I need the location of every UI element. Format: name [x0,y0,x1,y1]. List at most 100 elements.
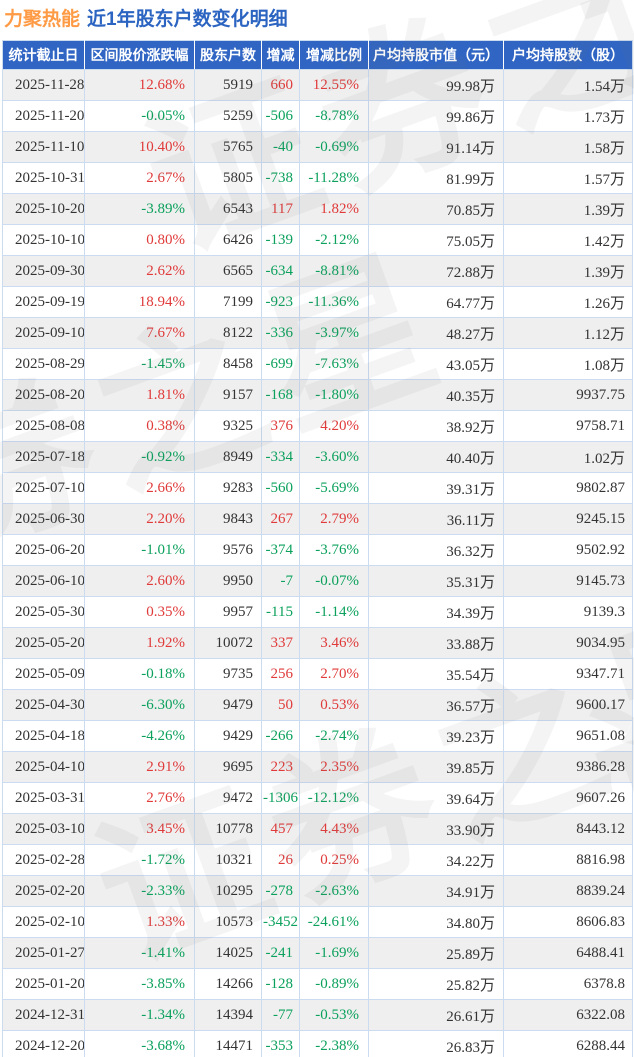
cell-delta: -3452 [262,907,300,938]
cell-avg-shares: 6378.8 [504,969,633,1000]
table-row: 2025-07-18 -0.92% 8949 -334 -3.60% 40.40… [3,442,633,473]
cell-holders: 7199 [195,287,262,318]
cell-price-change: -3.68% [85,1031,195,1057]
cell-avg-shares: 1.54万 [504,70,633,101]
cell-date: 2025-09-10 [3,318,85,349]
cell-avg-shares: 1.57万 [504,163,633,194]
table-row: 2025-01-27 -1.41% 14025 -241 -1.69% 25.8… [3,938,633,969]
cell-delta: -699 [262,349,300,380]
cell-date: 2025-04-10 [3,752,85,783]
cell-delta: 256 [262,659,300,690]
cell-avg-shares: 1.26万 [504,287,633,318]
table-row: 2025-04-10 2.91% 9695 223 2.35% 39.85万 9… [3,752,633,783]
cell-date: 2025-07-18 [3,442,85,473]
cell-delta-pct: -2.63% [300,876,369,907]
cell-holders: 8458 [195,349,262,380]
cell-delta-pct: 2.35% [300,752,369,783]
cell-holders: 9472 [195,783,262,814]
cell-delta: -7 [262,566,300,597]
table-row: 2025-09-10 7.67% 8122 -336 -3.97% 48.27万… [3,318,633,349]
table-row: 2025-10-20 -3.89% 6543 117 1.82% 70.85万 … [3,194,633,225]
column-header-price-change: 区间股价涨跌幅 [85,41,195,70]
cell-date: 2025-10-31 [3,163,85,194]
cell-avg-shares: 9600.17 [504,690,633,721]
table-row: 2025-09-30 2.62% 6565 -634 -8.81% 72.88万… [3,256,633,287]
cell-delta-pct: 0.25% [300,845,369,876]
cell-delta: -923 [262,287,300,318]
cell-price-change: 2.60% [85,566,195,597]
cell-date: 2024-12-20 [3,1031,85,1057]
table-row: 2025-08-29 -1.45% 8458 -699 -7.63% 43.05… [3,349,633,380]
cell-delta-pct: -12.12% [300,783,369,814]
cell-avg-shares: 6322.08 [504,1000,633,1031]
table-row: 2025-07-10 2.66% 9283 -560 -5.69% 39.31万… [3,473,633,504]
cell-avg-shares: 9802.87 [504,473,633,504]
cell-holders: 9325 [195,411,262,442]
cell-avg-shares: 1.39万 [504,194,633,225]
cell-price-change: 2.67% [85,163,195,194]
cell-avg-value: 36.57万 [369,690,504,721]
cell-delta-pct: 2.79% [300,504,369,535]
cell-delta: -738 [262,163,300,194]
cell-price-change: 0.38% [85,411,195,442]
table-row: 2024-12-31 -1.34% 14394 -77 -0.53% 26.61… [3,1000,633,1031]
cell-delta-pct: -7.63% [300,349,369,380]
cell-delta-pct: 12.55% [300,70,369,101]
cell-delta: -560 [262,473,300,504]
column-header-delta: 增减 [262,41,300,70]
cell-avg-value: 25.82万 [369,969,504,1000]
cell-avg-shares: 1.02万 [504,442,633,473]
cell-avg-shares: 9145.73 [504,566,633,597]
cell-delta-pct: -0.89% [300,969,369,1000]
cell-holders: 5805 [195,163,262,194]
page-title: 力聚热能近1年股东户数变化明细 [0,0,634,32]
cell-price-change: 2.62% [85,256,195,287]
cell-delta-pct: -2.74% [300,721,369,752]
cell-price-change: 3.45% [85,814,195,845]
cell-price-change: 1.81% [85,380,195,411]
cell-date: 2025-02-10 [3,907,85,938]
table-row: 2025-10-31 2.67% 5805 -738 -11.28% 81.99… [3,163,633,194]
cell-date: 2025-11-28 [3,70,85,101]
cell-delta: -115 [262,597,300,628]
table-row: 2025-04-30 -6.30% 9479 50 0.53% 36.57万 9… [3,690,633,721]
cell-price-change: 2.76% [85,783,195,814]
cell-delta-pct: -1.80% [300,380,369,411]
cell-delta-pct: 3.46% [300,628,369,659]
table-row: 2025-08-20 1.81% 9157 -168 -1.80% 40.35万… [3,380,633,411]
stock-name: 力聚热能 [4,9,80,30]
cell-avg-value: 25.89万 [369,938,504,969]
cell-delta-pct: -11.36% [300,287,369,318]
cell-delta: -506 [262,101,300,132]
cell-delta: -241 [262,938,300,969]
cell-price-change: -6.30% [85,690,195,721]
cell-avg-value: 99.98万 [369,70,504,101]
cell-delta-pct: -0.53% [300,1000,369,1031]
cell-date: 2025-08-08 [3,411,85,442]
cell-date: 2025-06-30 [3,504,85,535]
cell-date: 2025-09-30 [3,256,85,287]
cell-delta: 117 [262,194,300,225]
table-row: 2025-11-20 -0.05% 5259 -506 -8.78% 99.86… [3,101,633,132]
cell-holders: 5259 [195,101,262,132]
cell-date: 2025-10-10 [3,225,85,256]
cell-avg-value: 35.54万 [369,659,504,690]
cell-avg-shares: 1.42万 [504,225,633,256]
table-row: 2025-09-19 18.94% 7199 -923 -11.36% 64.7… [3,287,633,318]
cell-avg-shares: 1.73万 [504,101,633,132]
cell-avg-value: 48.27万 [369,318,504,349]
cell-date: 2025-10-20 [3,194,85,225]
cell-delta: 223 [262,752,300,783]
table-row: 2025-02-28 -1.72% 10321 26 0.25% 34.22万 … [3,845,633,876]
cell-avg-value: 34.39万 [369,597,504,628]
cell-avg-shares: 9139.3 [504,597,633,628]
cell-holders: 14266 [195,969,262,1000]
cell-delta-pct: -3.97% [300,318,369,349]
cell-holders: 9957 [195,597,262,628]
cell-delta-pct: -8.81% [300,256,369,287]
column-header-holders: 股东户数 [195,41,262,70]
cell-holders: 9283 [195,473,262,504]
cell-price-change: -4.26% [85,721,195,752]
table-row: 2025-08-08 0.38% 9325 376 4.20% 38.92万 9… [3,411,633,442]
cell-holders: 9735 [195,659,262,690]
